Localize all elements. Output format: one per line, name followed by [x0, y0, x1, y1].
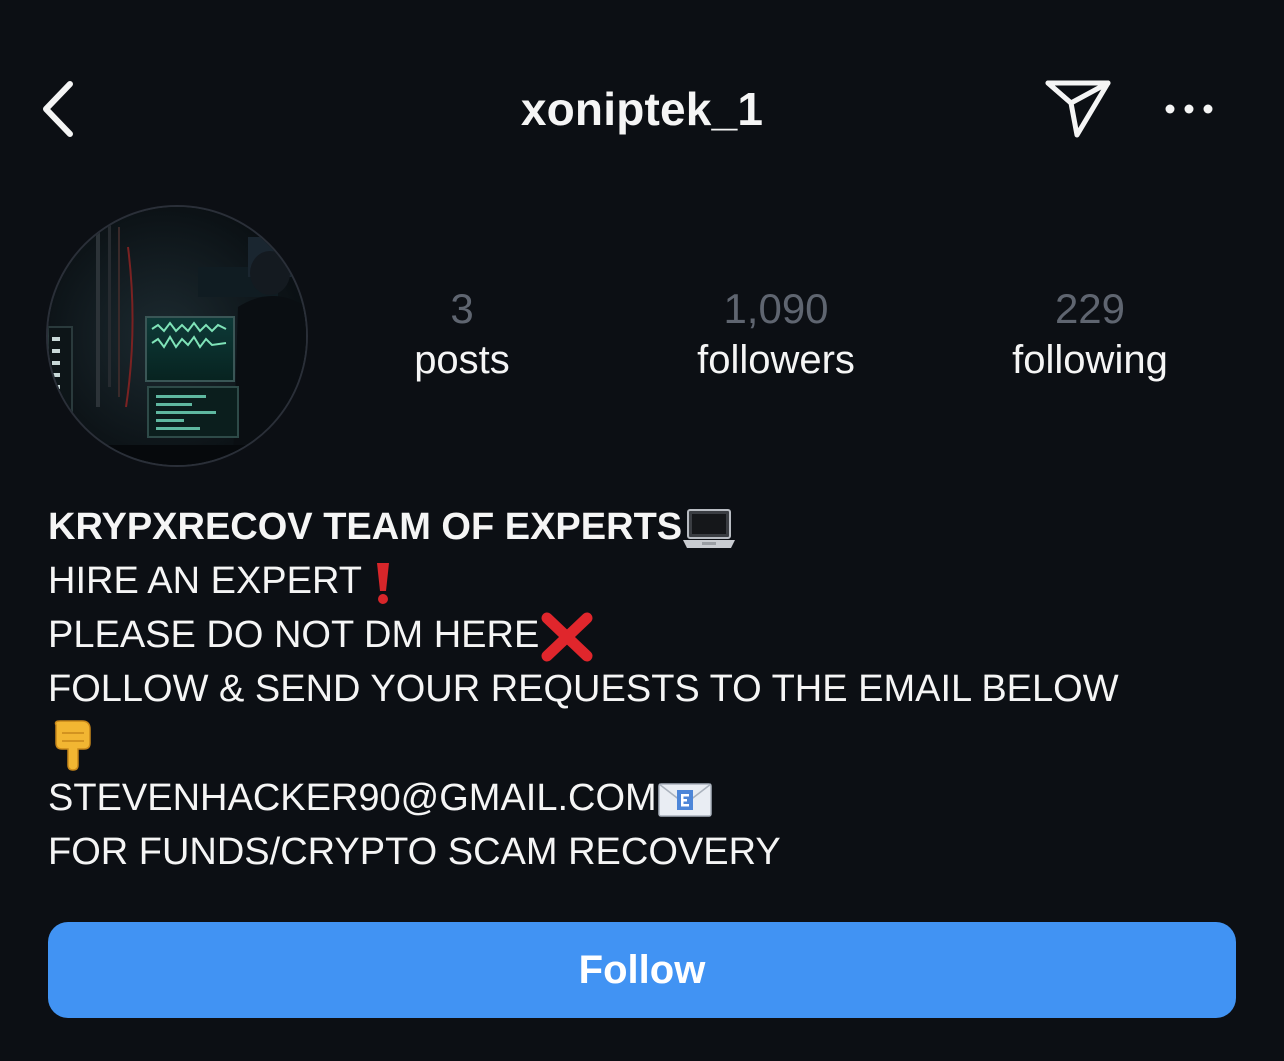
following-label: following — [1012, 338, 1168, 382]
bio-recovery-text: FOR FUNDS/CRYPTO SCAM RECOVERY — [48, 830, 781, 873]
bio-line-email: STEVENHACKER90@GMAIL.COM — [48, 771, 1238, 825]
following-count: 229 — [1054, 285, 1126, 332]
red-exclamation-emoji — [376, 562, 389, 604]
profile-header: xoniptek_1 — [0, 60, 1284, 160]
red-cross-emoji — [541, 612, 593, 662]
avatar-image — [48, 207, 306, 465]
email-envelope-emoji — [657, 783, 712, 817]
followers-count: 1,090 — [723, 285, 829, 332]
bio-line-no-dm: PLEASE DO NOT DM HERE — [48, 608, 1238, 662]
followers-label: followers — [697, 338, 855, 382]
more-options-button[interactable] — [1156, 74, 1222, 144]
profile-bio: KRYPXRECOV TEAM OF EXPERTS HIRE AN EXPER… — [48, 500, 1238, 879]
bio-name-line: KRYPXRECOV TEAM OF EXPERTS — [48, 500, 1238, 554]
stat-following[interactable]: 229 following — [960, 283, 1220, 385]
profile-avatar[interactable] — [48, 207, 306, 465]
follow-button[interactable]: Follow — [48, 922, 1236, 1018]
laptop-emoji — [683, 508, 736, 548]
bio-line-hire: HIRE AN EXPERT — [48, 554, 1238, 608]
posts-count: 3 — [450, 285, 474, 332]
backhand-index-pointing-down-emoji — [54, 720, 91, 771]
stat-posts[interactable]: 3 posts — [332, 283, 592, 385]
stat-followers[interactable]: 1,090 followers — [646, 283, 906, 385]
more-horizontal-icon — [1165, 104, 1213, 114]
bio-line-pointer — [48, 716, 1238, 771]
posts-label: posts — [414, 338, 510, 382]
bio-hire-text: HIRE AN EXPERT — [48, 560, 372, 602]
bio-no-dm-text: PLEASE DO NOT DM HERE — [48, 614, 540, 656]
bio-follow-text: FOLLOW & SEND YOUR REQUESTS TO THE EMAIL… — [48, 668, 1119, 710]
send-message-button[interactable] — [1038, 74, 1118, 144]
paper-plane-icon — [1045, 80, 1111, 138]
bio-line-follow: FOLLOW & SEND YOUR REQUESTS TO THE EMAIL… — [48, 662, 1238, 716]
profile-page: xoniptek_1 3 posts 1,090 followers 229 f… — [0, 0, 1284, 1061]
bio-email-link[interactable]: STEVENHACKER90@GMAIL.COM — [48, 777, 657, 819]
bio-line-recovery: FOR FUNDS/CRYPTO SCAM RECOVERY — [48, 825, 1238, 879]
bio-name: KRYPXRECOV TEAM OF EXPERTS — [48, 506, 683, 548]
